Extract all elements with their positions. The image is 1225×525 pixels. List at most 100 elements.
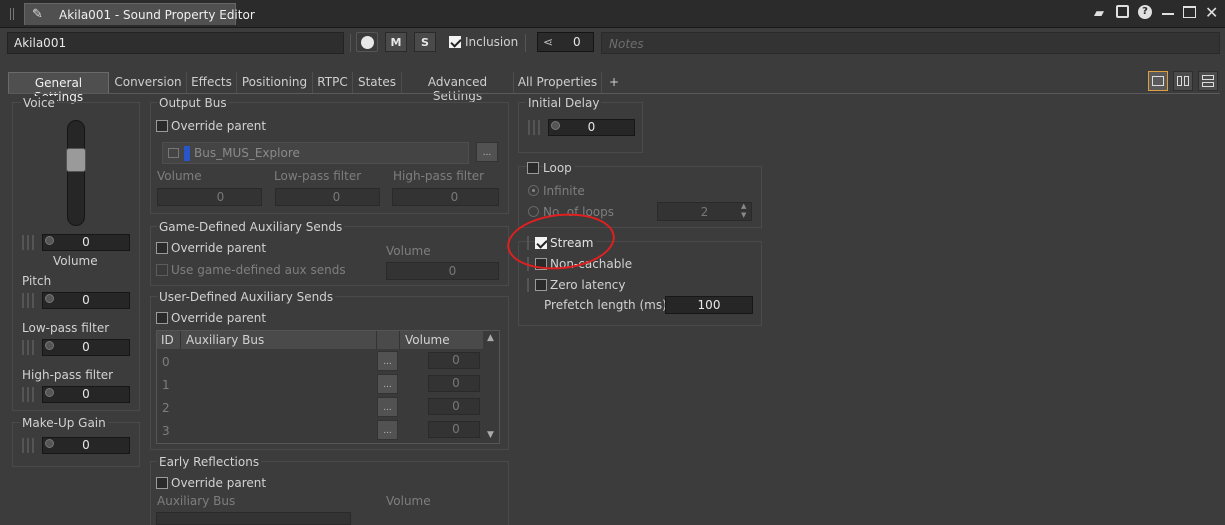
folder-icon[interactable]: ▰ bbox=[1094, 6, 1104, 21]
zero-latency-label: Zero latency bbox=[550, 278, 626, 292]
game-aux-override-label: Override parent bbox=[171, 241, 267, 255]
use-game-aux-checkbox[interactable] bbox=[156, 264, 168, 276]
user-aux-override-checkbox[interactable] bbox=[156, 312, 168, 324]
delay-meter-bar bbox=[533, 120, 535, 135]
volume-slider-track[interactable] bbox=[67, 120, 85, 226]
makeup-gain-input[interactable]: 0 bbox=[42, 437, 130, 454]
row-volume-input[interactable]: 0 bbox=[428, 421, 480, 438]
output-bus-browse-button[interactable]: ... bbox=[476, 142, 498, 162]
hpf-value: 0 bbox=[82, 387, 90, 401]
loop-count-spinner-icon[interactable]: ▲ ▼ bbox=[741, 202, 746, 220]
hpf-knob-icon bbox=[45, 388, 54, 397]
bus-color-swatch bbox=[184, 146, 190, 161]
scroll-down-icon[interactable]: ▼ bbox=[487, 430, 494, 440]
save-icon[interactable] bbox=[1116, 5, 1129, 18]
tab-conversion[interactable]: Conversion bbox=[110, 72, 187, 94]
tab-add[interactable]: + bbox=[602, 72, 626, 94]
lpf-meter-bar bbox=[32, 340, 34, 355]
notes-field[interactable]: Notes bbox=[601, 32, 1220, 54]
output-hpf-input[interactable]: 0 bbox=[392, 188, 499, 206]
early-override-checkbox[interactable] bbox=[156, 477, 168, 489]
loop-count-radio[interactable] bbox=[528, 206, 539, 217]
row-browse-button[interactable]: ... bbox=[377, 397, 398, 417]
bus-icon bbox=[168, 148, 179, 158]
hpf-input[interactable]: 0 bbox=[42, 386, 130, 403]
palette-icon bbox=[361, 36, 374, 49]
layout-columns-button[interactable] bbox=[1173, 71, 1193, 91]
row-volume-input[interactable]: 0 bbox=[428, 352, 480, 369]
early-aux-bus-field[interactable] bbox=[156, 512, 351, 525]
game-aux-override-checkbox[interactable] bbox=[156, 242, 168, 254]
volume-meter-bar bbox=[22, 235, 24, 250]
lpf-meter-bar bbox=[27, 340, 29, 355]
maximize-icon[interactable] bbox=[1183, 6, 1196, 18]
loop-label: Loop bbox=[543, 161, 575, 175]
row-volume-value: 0 bbox=[452, 353, 460, 367]
row-browse-button[interactable]: ... bbox=[377, 420, 398, 440]
prefetch-value: 100 bbox=[697, 298, 721, 312]
close-icon[interactable]: ✕ bbox=[1205, 3, 1218, 22]
volume-slider-handle[interactable] bbox=[66, 148, 86, 172]
window-title: Akila001 - Sound Property Editor bbox=[59, 8, 255, 22]
tab-states[interactable]: States bbox=[353, 72, 402, 94]
table-scrollbar[interactable]: ▲ ▼ bbox=[484, 331, 499, 443]
object-name-field[interactable]: Akila001 bbox=[7, 32, 344, 54]
output-bus-selector[interactable]: Bus_MUS_Explore bbox=[162, 142, 469, 164]
header-divider bbox=[525, 34, 526, 52]
row-volume-input[interactable]: 0 bbox=[428, 398, 480, 415]
tab-bar: General Settings Conversion Effects Posi… bbox=[8, 72, 628, 104]
loop-checkbox[interactable] bbox=[527, 162, 539, 174]
pitch-meter-bar bbox=[22, 293, 24, 308]
output-volume-input[interactable]: 0 bbox=[157, 188, 262, 206]
tab-all-properties[interactable]: All Properties bbox=[514, 72, 602, 94]
volume-meter-bar bbox=[27, 235, 29, 250]
share-icon: ⋖ bbox=[543, 35, 554, 49]
tab-effects[interactable]: Effects bbox=[187, 72, 237, 94]
help-icon[interactable]: ? bbox=[1138, 5, 1152, 19]
row-browse-button[interactable]: ... bbox=[377, 374, 398, 394]
initial-delay-input[interactable]: 0 bbox=[548, 119, 635, 136]
layout-columns-icon bbox=[1177, 76, 1182, 86]
tab-general-settings[interactable]: General Settings bbox=[8, 72, 109, 104]
references-count: 0 bbox=[573, 35, 581, 49]
solo-button[interactable]: S bbox=[414, 32, 436, 52]
early-reflections-title: Early Reflections bbox=[157, 455, 262, 469]
volume-knob-icon bbox=[45, 236, 54, 245]
mute-button[interactable]: M bbox=[385, 32, 407, 52]
tab-advanced-settings[interactable]: Advanced Settings bbox=[402, 72, 514, 103]
game-aux-volume-value: 0 bbox=[448, 264, 457, 278]
drag-handle-icon[interactable] bbox=[10, 8, 14, 20]
lpf-meter-bar bbox=[22, 340, 24, 355]
tab-rtpc[interactable]: RTPC bbox=[313, 72, 353, 94]
col-divider bbox=[180, 331, 181, 349]
tab-positioning[interactable]: Positioning bbox=[237, 72, 313, 94]
loop-infinite-radio[interactable] bbox=[528, 185, 539, 196]
lpf-input[interactable]: 0 bbox=[42, 339, 130, 356]
scroll-up-icon[interactable]: ▲ bbox=[487, 333, 494, 343]
row-browse-button[interactable]: ... bbox=[377, 351, 398, 371]
makeup-knob-icon bbox=[45, 439, 54, 448]
row-volume-input[interactable]: 0 bbox=[428, 375, 480, 392]
hpf-label: High-pass filter bbox=[22, 368, 114, 382]
output-bus-name: Bus_MUS_Explore bbox=[194, 146, 300, 160]
output-lpf-input[interactable]: 0 bbox=[275, 188, 380, 206]
output-bus-override-checkbox[interactable] bbox=[156, 120, 168, 132]
early-volume-label: Volume bbox=[386, 494, 431, 508]
pitch-input[interactable]: 0 bbox=[42, 292, 130, 309]
references-field[interactable]: ⋖ 0 bbox=[537, 32, 594, 52]
hpf-meter-bar bbox=[22, 387, 24, 402]
prefetch-input[interactable]: 100 bbox=[665, 296, 753, 314]
loop-count-input[interactable]: 2 bbox=[657, 202, 752, 221]
volume-input[interactable]: 0 bbox=[42, 234, 130, 251]
layout-single-button[interactable] bbox=[1148, 71, 1168, 91]
game-aux-volume-input[interactable]: 0 bbox=[386, 262, 499, 280]
minimize-icon[interactable] bbox=[1162, 13, 1174, 15]
layout-rows-button[interactable] bbox=[1198, 71, 1218, 91]
use-game-aux-label: Use game-defined aux sends bbox=[171, 263, 346, 277]
hpf-meter-bar bbox=[27, 387, 29, 402]
color-palette-button[interactable] bbox=[356, 32, 378, 52]
inclusion-checkbox[interactable] bbox=[449, 36, 461, 48]
window-tab[interactable]: ✎ Akila001 - Sound Property Editor bbox=[24, 3, 255, 25]
zero-latency-checkbox[interactable] bbox=[535, 279, 547, 291]
col-divider bbox=[399, 331, 400, 349]
